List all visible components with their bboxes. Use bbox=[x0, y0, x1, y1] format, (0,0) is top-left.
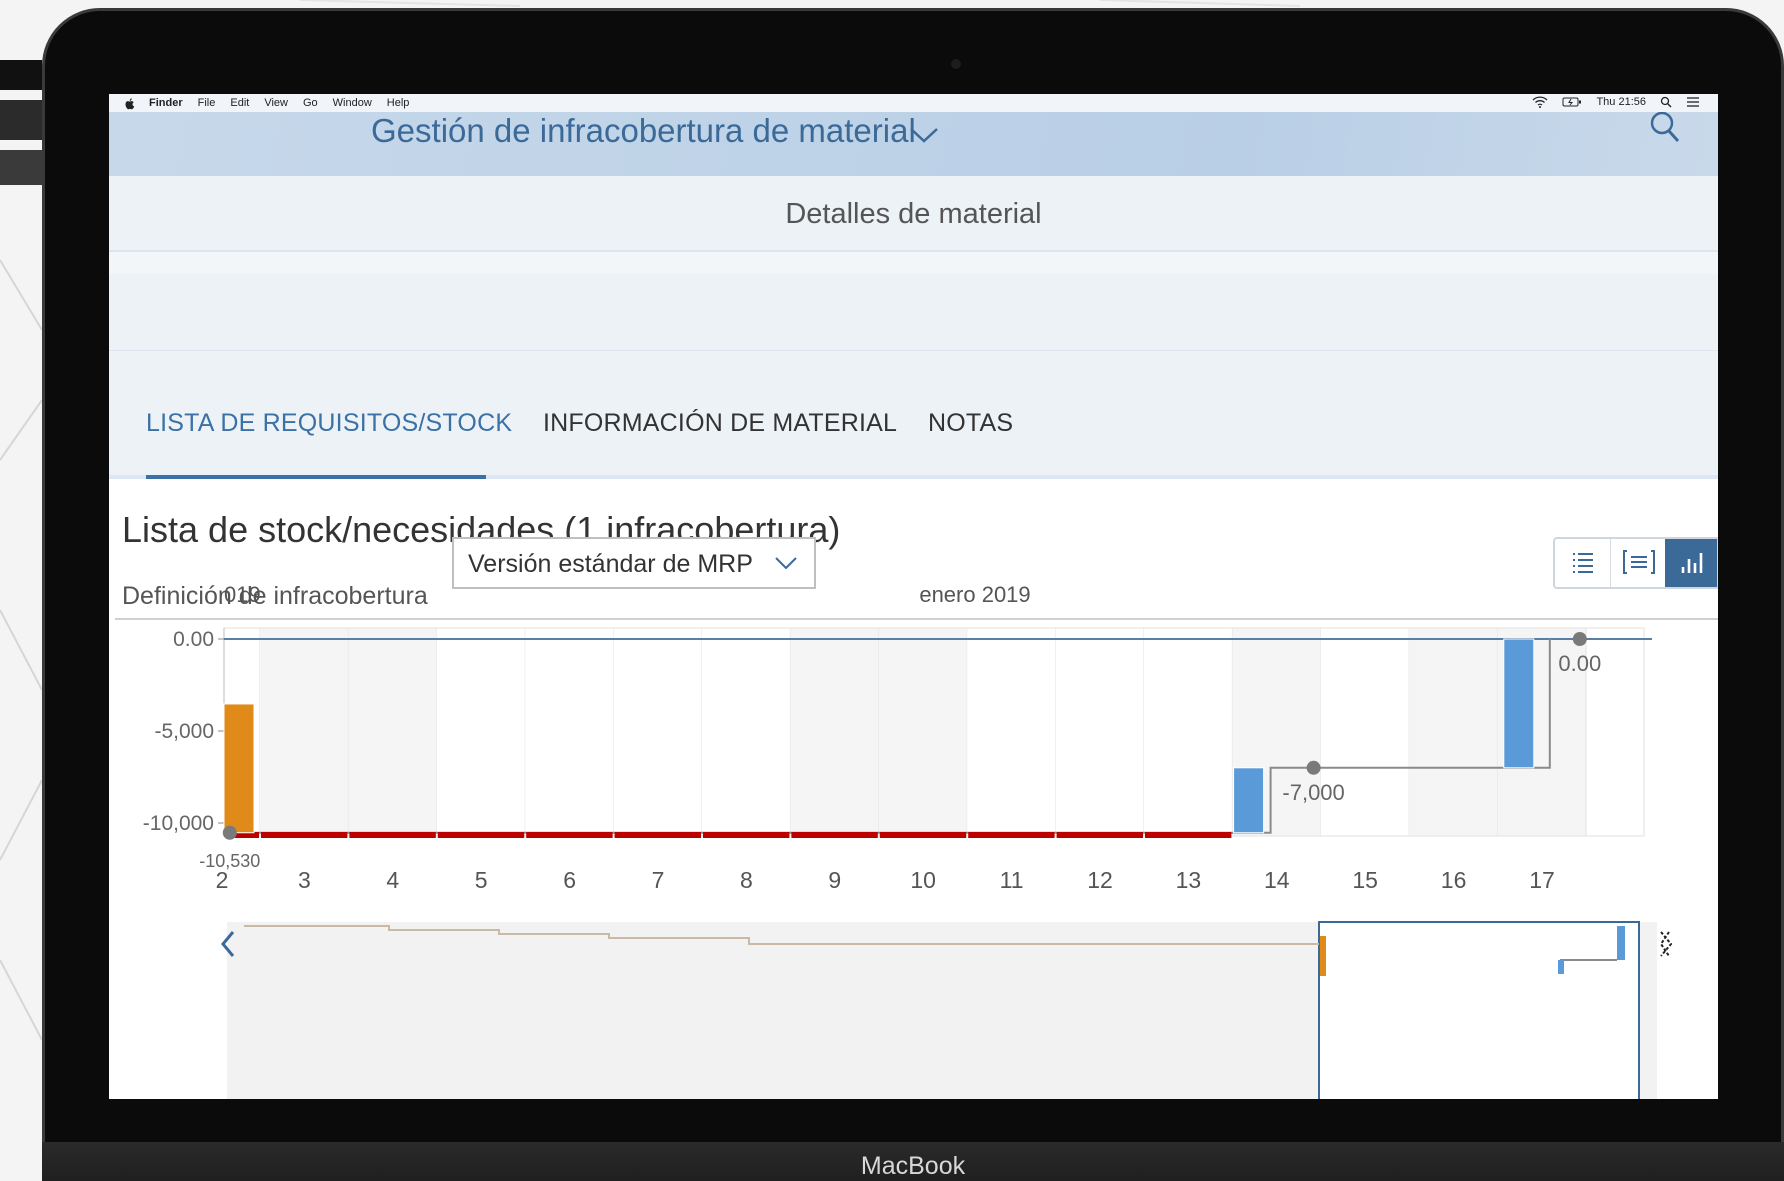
balance-point bbox=[222, 825, 237, 840]
y-tick-label: 0.00 bbox=[173, 628, 214, 651]
screen: Finder File Edit View Go Window Help Thu… bbox=[109, 94, 1718, 1099]
y-tick-label: -10,000 bbox=[143, 812, 214, 835]
overview-receipt-bar bbox=[1558, 960, 1564, 974]
side-strip bbox=[0, 0, 42, 1181]
brand-label: MacBook bbox=[860, 1152, 966, 1180]
balance-label: -7,000 bbox=[1282, 780, 1344, 805]
stock-chart: 0.00 -5,000 -10,000 019 enero 2019 -10,530 -7,… bbox=[143, 582, 1673, 1099]
x-tick-label: 14 bbox=[1264, 867, 1290, 893]
day-cell bbox=[613, 628, 702, 836]
day-cell bbox=[790, 628, 879, 836]
day-cell bbox=[1144, 628, 1233, 836]
x-tick-label: 6 bbox=[563, 867, 576, 893]
x-tick-label: 16 bbox=[1441, 867, 1467, 893]
day-cell bbox=[878, 628, 968, 836]
y-tick-label: -5,000 bbox=[154, 720, 214, 743]
day-cell bbox=[348, 628, 437, 836]
x-tick-label: 7 bbox=[652, 867, 665, 893]
camera-icon bbox=[951, 59, 961, 69]
x-tick-label: 3 bbox=[298, 867, 311, 893]
shortage-marker bbox=[526, 832, 613, 838]
laptop-chin: MacBook bbox=[42, 1142, 1784, 1181]
shortage-marker bbox=[879, 832, 967, 838]
x-tick-label: 12 bbox=[1087, 867, 1113, 893]
receipt-bar bbox=[1503, 638, 1535, 769]
balance-label: 0.00 bbox=[1558, 651, 1601, 676]
day-cell bbox=[260, 628, 349, 836]
x-tick-label: 4 bbox=[386, 867, 399, 893]
day-cell bbox=[702, 628, 791, 836]
overview-receipt-bar bbox=[1617, 926, 1625, 960]
x-tick-label: 2 bbox=[216, 867, 229, 893]
shortage-marker bbox=[261, 832, 348, 838]
balance-point bbox=[1572, 632, 1587, 646]
shortage-marker bbox=[437, 832, 525, 838]
shortage-marker bbox=[1145, 832, 1232, 838]
x-tick-label: 9 bbox=[828, 867, 841, 893]
shortage-marker bbox=[968, 832, 1055, 838]
period-label: enero 2019 bbox=[919, 582, 1030, 607]
shortage-marker bbox=[614, 832, 701, 838]
day-cell bbox=[1055, 628, 1144, 836]
x-tick-label: 5 bbox=[475, 867, 488, 893]
x-tick-label: 10 bbox=[910, 867, 936, 893]
photo-stage: MacBook Finder File Edit View Go Window … bbox=[0, 0, 1784, 1181]
x-tick-label: 15 bbox=[1352, 867, 1378, 893]
shortage-marker bbox=[1056, 832, 1143, 838]
resize-handle-icon[interactable] bbox=[1659, 931, 1673, 957]
balance-point bbox=[1306, 760, 1321, 775]
overview-issue-bar bbox=[1320, 936, 1326, 976]
balance-label: -10,530 bbox=[199, 851, 260, 871]
overview-window bbox=[1318, 921, 1640, 1099]
day-cell bbox=[967, 628, 1056, 836]
receipt-bar bbox=[1233, 767, 1265, 834]
x-tick-label: 8 bbox=[740, 867, 753, 893]
issue-bar bbox=[223, 703, 255, 834]
day-cell bbox=[436, 628, 526, 836]
x-tick-label: 11 bbox=[1000, 867, 1024, 893]
x-tick-label: 17 bbox=[1529, 867, 1555, 893]
day-cell bbox=[525, 628, 614, 836]
day-cell bbox=[1409, 628, 1498, 836]
shortage-marker bbox=[349, 832, 436, 838]
x-tick-label: 13 bbox=[1176, 867, 1202, 893]
shortage-marker bbox=[703, 832, 790, 838]
period-label: 019 bbox=[224, 582, 261, 607]
shortage-marker bbox=[791, 832, 878, 838]
